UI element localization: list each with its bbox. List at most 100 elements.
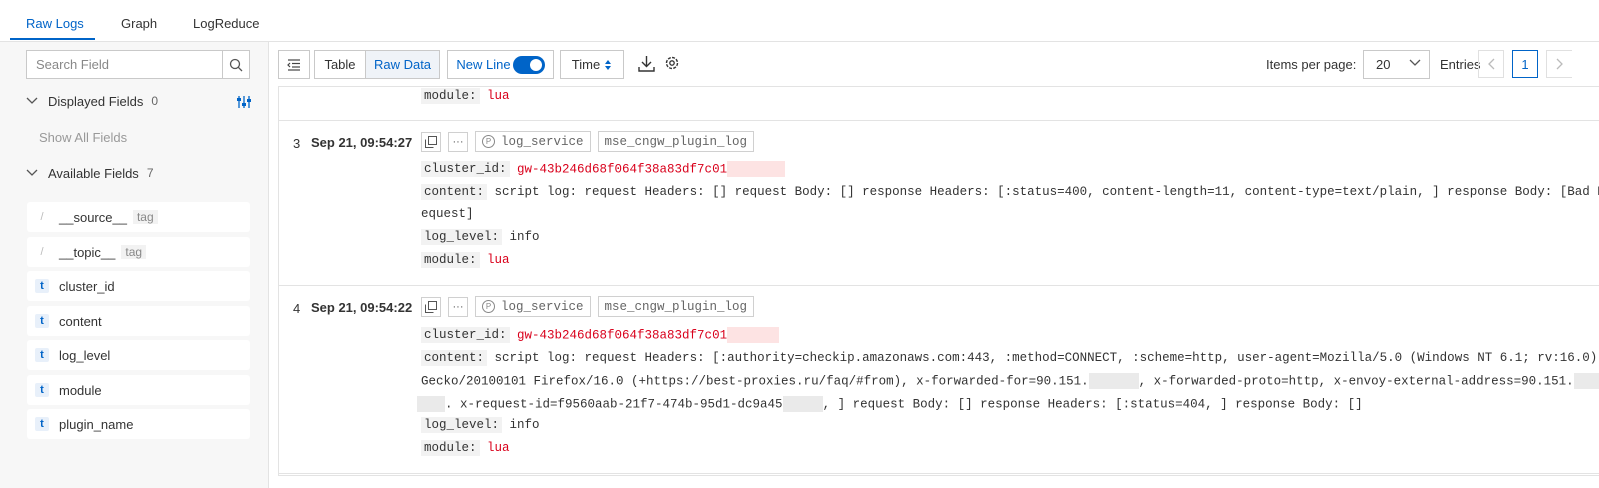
chip-label: mse_cngw_plugin_log: [604, 134, 748, 149]
time-sort-button[interactable]: Time: [560, 50, 624, 79]
current-page-button[interactable]: 1: [1512, 50, 1538, 78]
time-sort-label: Time: [571, 57, 601, 72]
field-value: . x-request-id=f9560aab-21f7-474b-95d1-d…: [445, 397, 783, 412]
field-value: info: [509, 418, 540, 432]
log-field-module: module: lua: [421, 440, 510, 456]
log-topic-chip[interactable]: mse_cngw_plugin_log: [597, 296, 755, 317]
field-type-icon: t: [35, 383, 49, 397]
log-topic-chip[interactable]: mse_cngw_plugin_log: [597, 131, 755, 152]
displayed-fields-header[interactable]: Displayed Fields 0: [26, 91, 158, 111]
field-item-content[interactable]: t content: [27, 306, 250, 336]
gear-icon[interactable]: [664, 55, 680, 71]
field-value: , ] request Body: [] response Headers: […: [822, 397, 1363, 412]
chevron-down-icon: [1409, 59, 1421, 66]
field-value: lua: [487, 441, 510, 455]
more-icon[interactable]: ···: [448, 296, 468, 317]
redacted-block: [727, 161, 786, 177]
tab-raw-logs[interactable]: Raw Logs: [26, 0, 84, 42]
log-field-cluster-id: cluster_id: gw-43b246d68f064f38a83df7c01: [421, 161, 786, 178]
tab-logreduce[interactable]: LogReduce: [193, 0, 260, 42]
copy-icon[interactable]: [421, 296, 441, 317]
search-button[interactable]: [222, 51, 249, 78]
items-per-page-value: 20: [1376, 57, 1391, 72]
displayed-fields-label: Displayed Fields: [48, 93, 144, 109]
collapse-sidebar-button[interactable]: [278, 50, 310, 79]
tag-icon: P: [482, 300, 495, 313]
search-field-input[interactable]: [27, 51, 223, 78]
collapse-sidebar-icon: [287, 58, 300, 71]
log-source-chip[interactable]: Plog_service: [475, 296, 591, 317]
chip-label: log_service: [501, 299, 584, 314]
field-key: module:: [421, 252, 480, 268]
table-view-button[interactable]: Table: [314, 50, 366, 79]
field-key: content:: [421, 350, 488, 366]
field-sidebar: Displayed Fields 0 Show All Fields Avail…: [0, 42, 269, 488]
field-tag-badge: tag: [132, 210, 158, 224]
field-search: [26, 50, 250, 79]
active-tab-indicator: [10, 38, 95, 40]
field-settings-icon[interactable]: [236, 94, 252, 110]
chevron-down-icon: [26, 169, 40, 177]
chip-label: log_service: [501, 134, 584, 149]
redacted-block: [782, 396, 823, 412]
more-icon[interactable]: ···: [448, 131, 468, 152]
copy-icon[interactable]: [421, 131, 441, 152]
raw-data-view-button[interactable]: Raw Data: [365, 50, 440, 79]
log-row-number: 3: [293, 136, 301, 151]
redacted-block: [1573, 373, 1599, 389]
available-fields-count: 7: [146, 166, 154, 180]
search-icon: [229, 58, 243, 71]
download-icon[interactable]: [638, 55, 655, 72]
field-tag-badge: tag: [121, 245, 147, 259]
field-name: content: [59, 313, 102, 329]
field-value: script log: request Headers: [:authority…: [494, 351, 1598, 365]
field-key: module:: [421, 88, 480, 104]
field-name: module: [59, 382, 102, 398]
field-value: lua: [487, 89, 510, 103]
field-name: plugin_name: [59, 416, 134, 432]
tab-graph[interactable]: Graph: [121, 0, 157, 42]
available-fields-header[interactable]: Available Fields 7: [26, 163, 154, 183]
log-main-panel: Table Raw Data New Line Time Items per p…: [270, 42, 1599, 488]
field-item-plugin-name[interactable]: t plugin_name: [27, 409, 250, 439]
field-key: log_level:: [421, 417, 503, 433]
redacted-block: [417, 396, 445, 412]
field-value: equest]: [421, 207, 474, 221]
field-item-source[interactable]: / __source__ tag: [27, 202, 250, 232]
field-item-module[interactable]: t module: [27, 375, 250, 405]
field-value: Gecko/20100101 Firefox/16.0 (+https://be…: [421, 374, 1089, 389]
field-item-log-level[interactable]: t log_level: [27, 340, 250, 370]
field-item-cluster-id[interactable]: t cluster_id: [27, 271, 250, 301]
field-type-icon: t: [35, 417, 49, 431]
field-type-icon: t: [35, 314, 49, 328]
log-row-tools: ··· Plog_service mse_cngw_plugin_log: [421, 131, 761, 152]
row-divider: [279, 473, 1599, 474]
displayed-fields-count: 0: [151, 94, 159, 108]
field-item-topic[interactable]: / __topic__ tag: [27, 237, 250, 267]
log-field-log-level: log_level: info: [421, 229, 540, 245]
field-value: , x-forwarded-proto=http, x-envoy-extern…: [1138, 374, 1574, 389]
field-type-icon: t: [35, 348, 49, 362]
show-all-fields-link[interactable]: Show All Fields: [39, 130, 127, 145]
items-per-page-select[interactable]: 20: [1363, 50, 1430, 79]
field-key: cluster_id:: [421, 161, 510, 178]
log-field-content: content: script log: request Headers: []…: [421, 184, 1599, 200]
new-line-switch[interactable]: [512, 55, 545, 74]
next-page-button[interactable]: [1546, 50, 1572, 78]
field-name: cluster_id: [59, 278, 115, 294]
row-divider: [279, 120, 1599, 121]
log-field-content-cont: . x-request-id=f9560aab-21f7-474b-95d1-d…: [417, 396, 1363, 412]
log-field-module: module: lua: [421, 252, 510, 268]
entries-label: Entries: [1440, 57, 1481, 72]
field-name: log_level: [59, 347, 111, 363]
field-type-icon: /: [40, 211, 44, 223]
field-name: __source__: [59, 209, 127, 225]
log-row-time: Sep 21, 09:54:22: [311, 300, 413, 315]
log-list: module: lua 3 Sep 21, 09:54:27 ··· Plog_…: [278, 86, 1599, 476]
log-source-chip[interactable]: Plog_service: [475, 131, 591, 152]
items-per-page-label: Items per page:: [1266, 57, 1357, 72]
log-row-number: 4: [293, 301, 301, 316]
redacted-block: [727, 327, 780, 343]
prev-page-button[interactable]: [1478, 50, 1504, 78]
new-line-toggle[interactable]: New Line: [447, 50, 554, 79]
